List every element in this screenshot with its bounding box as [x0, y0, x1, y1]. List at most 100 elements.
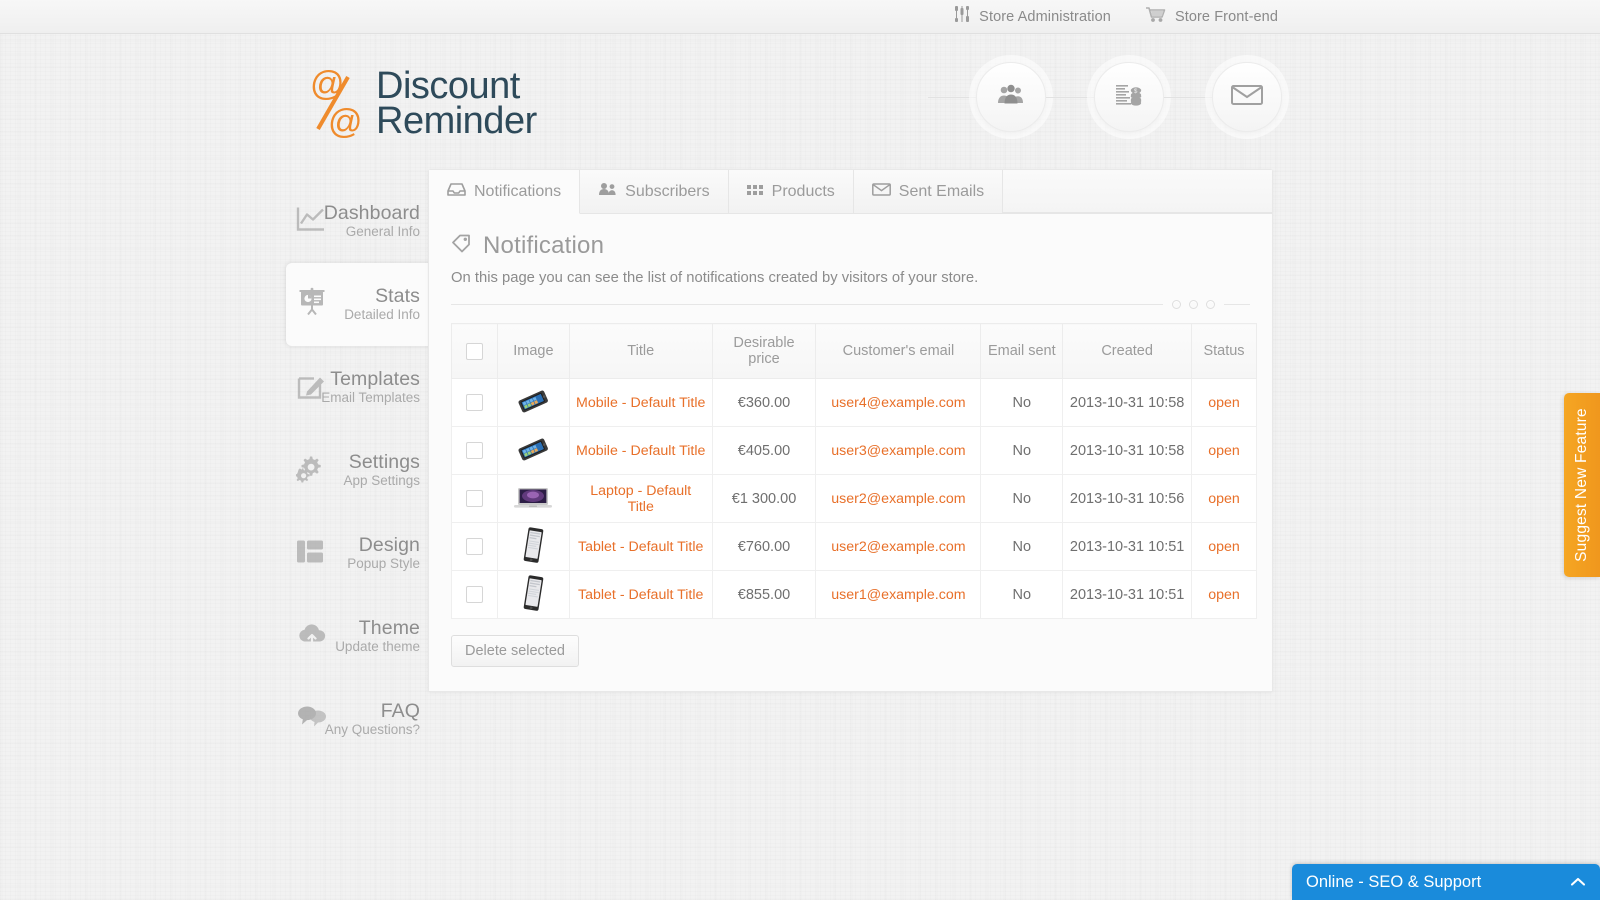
table-body: Mobile - Default Title €360.00 user4@exa…	[452, 379, 1257, 619]
row-sent-cell: No	[981, 475, 1063, 523]
header-created: Created	[1063, 324, 1192, 379]
sidebar-design-subtitle: Popup Style	[347, 556, 420, 573]
main-panel: Notifications Subscribers	[428, 169, 1273, 692]
logo-mark-icon: @ @	[310, 65, 372, 148]
sidebar-stats-title: Stats	[344, 286, 420, 307]
row-checkbox-cell	[452, 523, 498, 571]
row-email-cell: user4@example.com	[816, 379, 981, 427]
presentation-chart-icon	[298, 287, 328, 322]
header-orbs: $	[928, 62, 1282, 132]
speech-bubbles-icon	[296, 704, 326, 735]
sidebar-settings-subtitle: App Settings	[343, 473, 420, 490]
orb-divider	[1046, 97, 1094, 98]
product-title-link[interactable]: Laptop - Default Title	[590, 483, 691, 515]
row-status-cell: open	[1192, 571, 1257, 619]
app-logo[interactable]: @ @ Discount Reminder	[310, 62, 537, 145]
emails-orb[interactable]	[1212, 62, 1282, 132]
store-administration-link[interactable]: Store Administration	[953, 6, 1111, 27]
grid-icon	[747, 183, 764, 201]
customer-email-link[interactable]: user2@example.com	[831, 539, 965, 555]
sidebar-faq-subtitle: Any Questions?	[325, 722, 420, 739]
table-row[interactable]: Mobile - Default Title €405.00 user3@exa…	[452, 427, 1257, 475]
row-sent-cell: No	[981, 379, 1063, 427]
product-title-link[interactable]: Tablet - Default Title	[578, 539, 703, 555]
row-status-cell: open	[1192, 379, 1257, 427]
support-chat-bar[interactable]: Online - SEO & Support	[1292, 864, 1600, 900]
tab-products-label: Products	[772, 183, 835, 201]
tab-products[interactable]: Products	[729, 170, 854, 213]
laptop-thumb	[513, 484, 553, 514]
people-icon	[598, 182, 617, 201]
customer-email-link[interactable]: user3@example.com	[831, 443, 965, 459]
sidebar-item-faq[interactable]: FAQ Any Questions?	[284, 678, 432, 761]
tab-bar-filler	[1003, 170, 1272, 213]
sidebar-item-settings[interactable]: Settings App Settings	[284, 429, 432, 512]
sidebar-settings-title: Settings	[343, 452, 420, 473]
logo-line-2: Reminder	[376, 104, 537, 139]
sidebar-theme-subtitle: Update theme	[335, 639, 420, 656]
orb-divider	[928, 97, 976, 98]
revenue-orb[interactable]: $	[1094, 62, 1164, 132]
section-divider	[451, 300, 1250, 309]
row-price-cell: €1 300.00	[712, 475, 816, 523]
notifications-table: Image Title Desirable price Customer's e…	[451, 323, 1257, 619]
customer-email-link[interactable]: user4@example.com	[831, 395, 965, 411]
sidebar-item-stats[interactable]: Stats Detailed Info	[286, 263, 432, 346]
layout-columns-icon	[296, 538, 324, 569]
row-status-cell: open	[1192, 427, 1257, 475]
select-all-checkbox[interactable]	[466, 343, 483, 360]
logo-line-1: Discount	[376, 69, 537, 104]
page-title-text: Notification	[483, 232, 604, 260]
row-price-cell: €760.00	[712, 523, 816, 571]
sidebar-item-dashboard[interactable]: Dashboard General Info	[284, 180, 432, 263]
row-checkbox[interactable]	[466, 394, 483, 411]
table-row[interactable]: Tablet - Default Title €760.00 user2@exa…	[452, 523, 1257, 571]
table-row[interactable]: Laptop - Default Title €1 300.00 user2@e…	[452, 475, 1257, 523]
subscribers-orb[interactable]	[976, 62, 1046, 132]
status-link[interactable]: open	[1208, 443, 1240, 459]
row-price-cell: €405.00	[712, 427, 816, 475]
row-price-cell: €855.00	[712, 571, 816, 619]
tab-sent-emails[interactable]: Sent Emails	[854, 170, 1003, 213]
status-link[interactable]: open	[1208, 491, 1240, 507]
sidebar-theme-title: Theme	[335, 618, 420, 639]
header-image: Image	[497, 324, 569, 379]
table-row[interactable]: Tablet - Default Title €855.00 user1@exa…	[452, 571, 1257, 619]
customer-email-link[interactable]: user1@example.com	[831, 587, 965, 603]
sidebar-item-theme[interactable]: Theme Update theme	[284, 595, 432, 678]
delete-selected-button[interactable]: Delete selected	[451, 635, 579, 667]
header-email-sent: Email sent	[981, 324, 1063, 379]
row-checkbox-cell	[452, 571, 498, 619]
sidebar-item-design[interactable]: Design Popup Style	[284, 512, 432, 595]
header-title: Title	[569, 324, 712, 379]
chart-line-icon	[296, 205, 326, 238]
table-header-row: Image Title Desirable price Customer's e…	[452, 324, 1257, 379]
tab-notifications[interactable]: Notifications	[429, 170, 580, 214]
row-checkbox[interactable]	[466, 538, 483, 555]
customer-email-link[interactable]: user2@example.com	[831, 491, 965, 507]
store-frontend-label: Store Front-end	[1175, 9, 1278, 25]
product-title-link[interactable]: Mobile - Default Title	[576, 443, 705, 459]
sidebar-templates-subtitle: Email Templates	[321, 390, 420, 407]
status-link[interactable]: open	[1208, 395, 1240, 411]
status-link[interactable]: open	[1208, 539, 1240, 555]
row-checkbox[interactable]	[466, 586, 483, 603]
row-created-cell: 2013-10-31 10:56	[1063, 475, 1192, 523]
chevron-up-icon[interactable]	[1570, 874, 1586, 891]
row-checkbox[interactable]	[466, 442, 483, 459]
row-created-cell: 2013-10-31 10:58	[1063, 379, 1192, 427]
status-link[interactable]: open	[1208, 587, 1240, 603]
tab-subscribers[interactable]: Subscribers	[580, 170, 728, 213]
table-row[interactable]: Mobile - Default Title €360.00 user4@exa…	[452, 379, 1257, 427]
cloud-upload-icon	[296, 621, 328, 652]
product-title-link[interactable]: Mobile - Default Title	[576, 395, 705, 411]
store-frontend-link[interactable]: Store Front-end	[1145, 6, 1278, 27]
row-checkbox[interactable]	[466, 490, 483, 507]
pencil-square-icon	[296, 370, 326, 405]
suggest-new-feature-tab[interactable]: Suggest New Feature	[1564, 393, 1600, 577]
row-price-cell: €360.00	[712, 379, 816, 427]
product-title-link[interactable]: Tablet - Default Title	[578, 587, 703, 603]
divider-line-right	[1224, 304, 1250, 305]
sidebar-item-templates[interactable]: Templates Email Templates	[284, 346, 432, 429]
envelope-icon	[872, 183, 891, 201]
